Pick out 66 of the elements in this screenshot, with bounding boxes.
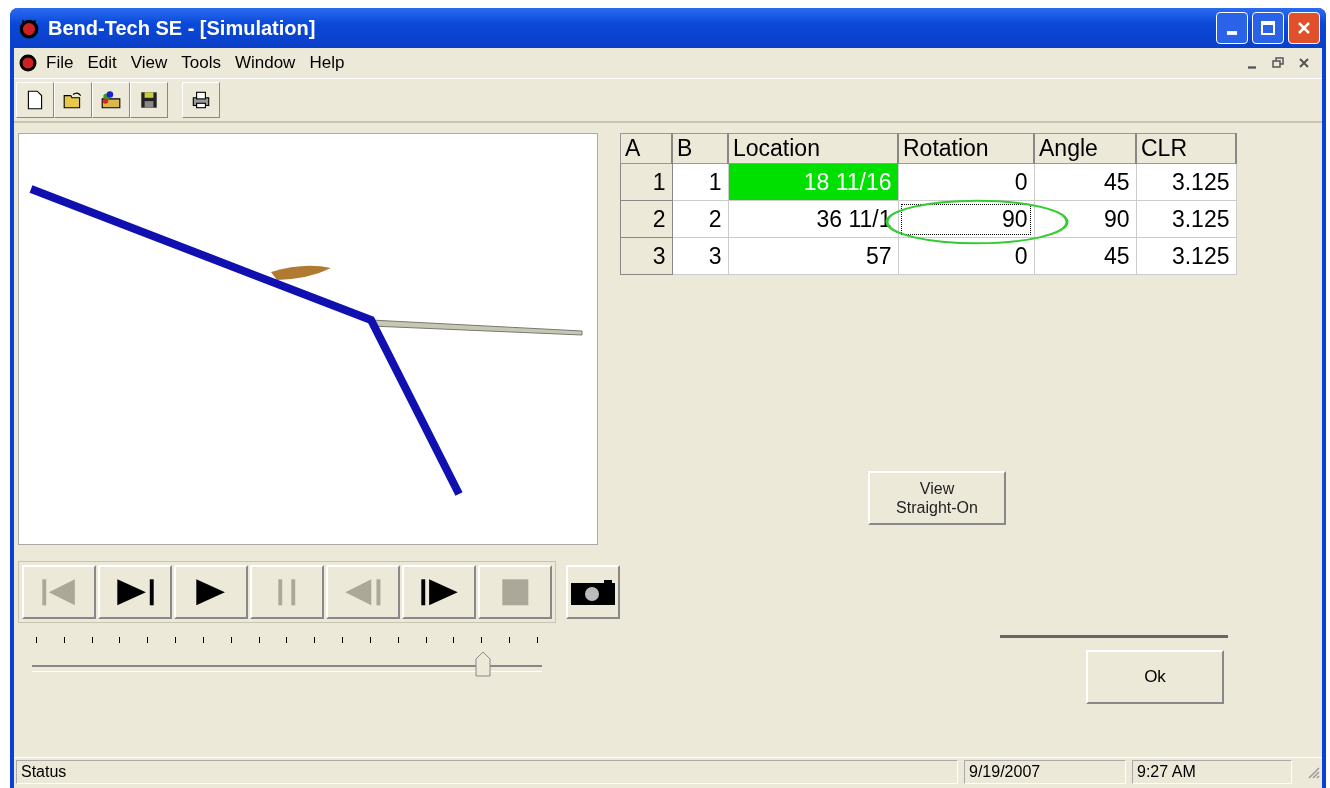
row-header[interactable]: 2 <box>620 200 672 238</box>
table-cell[interactable]: 45 <box>1034 237 1136 275</box>
step-to-end-icon <box>115 577 155 607</box>
print-button[interactable] <box>182 82 220 118</box>
close-icon <box>1298 57 1310 69</box>
table-cell[interactable]: 2 <box>672 200 728 238</box>
column-header[interactable]: Angle <box>1034 133 1136 164</box>
table-cell[interactable]: 0 <box>898 237 1034 275</box>
menu-item[interactable]: Window <box>230 53 306 73</box>
step-forward-button[interactable] <box>402 565 476 619</box>
maximize-button[interactable] <box>1252 12 1284 44</box>
column-header[interactable]: Location <box>728 133 898 164</box>
column-header[interactable]: CLR <box>1136 133 1236 164</box>
resize-grip-icon <box>1306 765 1320 779</box>
table-cell[interactable]: 45 <box>1034 163 1136 201</box>
menu-item[interactable]: Tools <box>177 53 231 73</box>
first-icon <box>41 577 77 607</box>
row-header[interactable]: 3 <box>620 237 672 275</box>
pause-icon <box>277 577 297 607</box>
table-cell[interactable]: 3.125 <box>1136 200 1236 238</box>
save-button[interactable] <box>130 82 168 118</box>
table-cell[interactable]: 3.125 <box>1136 237 1236 275</box>
minimize-icon <box>1248 65 1256 69</box>
camera-button[interactable] <box>566 565 620 619</box>
menu-item[interactable]: File <box>42 53 84 73</box>
play-icon <box>195 577 227 607</box>
new-file-button[interactable] <box>16 82 54 118</box>
view-straight-on-button[interactable]: View Straight-On <box>868 471 1006 525</box>
table-cell[interactable]: 36 11/1 <box>728 200 898 238</box>
step-to-end-button[interactable] <box>98 565 172 619</box>
table-cell[interactable]: 1 <box>672 163 728 201</box>
bug-logo-icon <box>18 53 38 73</box>
table-cell[interactable]: 3.125 <box>1136 163 1236 201</box>
table-cell[interactable]: 90 <box>898 200 1034 238</box>
folder-icon <box>62 89 84 111</box>
slider-thumb[interactable] <box>475 651 492 677</box>
step-forward-icon <box>419 577 459 607</box>
play-button[interactable] <box>174 565 248 619</box>
restore-icon <box>1272 57 1284 69</box>
close-button[interactable] <box>1288 12 1320 44</box>
printer-icon <box>190 89 212 111</box>
status-date: 9/19/2007 <box>964 760 1126 784</box>
column-header[interactable]: A <box>620 133 672 164</box>
row-header[interactable]: 1 <box>620 163 672 201</box>
menu-item[interactable]: Edit <box>83 53 127 73</box>
table-cell[interactable]: 0 <box>898 163 1034 201</box>
menu-item[interactable]: View <box>126 53 178 73</box>
column-header[interactable]: Rotation <box>898 133 1034 164</box>
table-cell[interactable]: 57 <box>728 237 898 275</box>
menu-item[interactable]: Help <box>305 53 355 73</box>
colored-folder-icon <box>100 89 122 111</box>
column-header[interactable]: B <box>672 133 728 164</box>
open-colored-folder-button[interactable] <box>92 82 130 118</box>
minimize-icon <box>1227 31 1237 35</box>
bug-logo-icon <box>18 17 40 39</box>
table-cell[interactable]: 3 <box>672 237 728 275</box>
step-back-icon <box>344 577 382 607</box>
open-folder-button[interactable] <box>54 82 92 118</box>
window-title: Bend-Tech SE - [Simulation] <box>48 16 316 40</box>
maximize-icon <box>1258 18 1278 38</box>
camera-icon <box>568 577 618 607</box>
status-time: 9:27 AM <box>1132 760 1292 784</box>
status-text: Status <box>16 760 958 784</box>
ok-button[interactable]: Ok <box>1086 650 1224 704</box>
minimize-button[interactable] <box>1216 12 1248 44</box>
stop-icon <box>500 577 530 607</box>
